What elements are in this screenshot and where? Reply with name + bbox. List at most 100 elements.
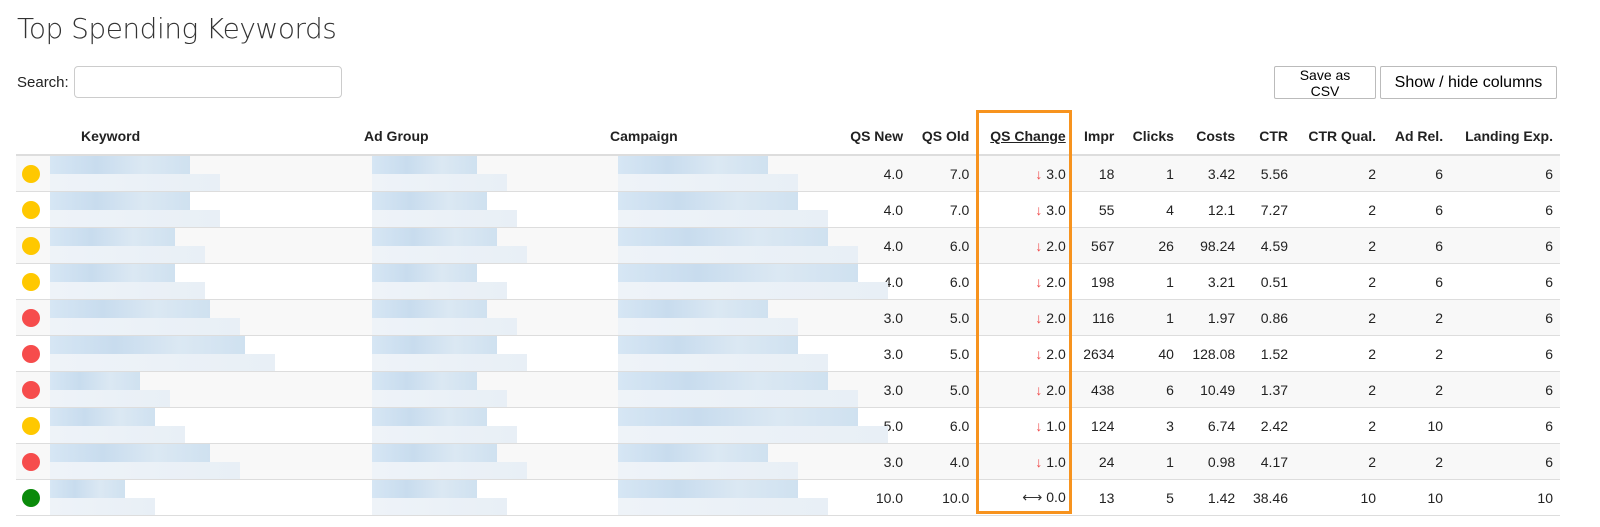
impr-cell: 198 [1072,263,1122,300]
keyword-cell[interactable] [48,336,357,371]
ad-group-cell[interactable] [357,228,603,263]
ad-rel-cell: 2 [1383,371,1451,408]
clicks-cell: 40 [1121,335,1181,372]
ad-group-cell[interactable] [357,156,603,191]
arrow-down-icon: ↓ [1035,345,1043,362]
costs-cell: 0.98 [1180,443,1243,480]
campaign-cell[interactable] [603,228,858,263]
ad-group-cell[interactable] [357,336,603,371]
ad-rel-cell: 2 [1383,299,1451,336]
status-dot-icon [22,416,40,435]
ctr-cell: 4.59 [1242,227,1296,264]
table-row: 4.0 6.0 ↓ 2.0 198 1 3.21 0.51 2 6 6 [16,263,1560,300]
campaign-cell[interactable] [603,264,888,299]
table-row: 3.0 5.0 ↓ 2.0 2634 40 128.08 1.52 2 2 6 [16,335,1560,372]
ad-group-cell[interactable] [357,192,603,227]
campaign-cell[interactable] [603,192,838,227]
keyword-cell[interactable] [48,156,357,191]
show-hide-columns-button[interactable]: Show / hide columns [1380,66,1557,99]
arrow-down-icon: ↓ [1035,237,1043,254]
keyword-cell[interactable] [48,372,357,407]
landing-cell: 6 [1450,227,1560,264]
ad-rel-cell: 6 [1383,155,1451,192]
clicks-cell: 4 [1121,191,1181,228]
qs-change-cell: ↓ 2.0 [976,299,1073,336]
campaign-cell[interactable] [603,408,888,443]
ctr-cell: 0.51 [1242,263,1296,300]
costs-cell: 1.42 [1180,479,1243,516]
keyword-cell[interactable] [48,192,357,227]
qs-change-cell: ↓ 2.0 [976,371,1073,408]
keyword-cell[interactable] [48,264,357,299]
keyword-cell[interactable] [48,408,357,443]
ad-rel-cell: 10 [1383,479,1451,516]
column-header-qs-change[interactable]: QS Change [976,118,1073,156]
campaign-cell[interactable] [603,480,838,515]
clicks-cell: 1 [1121,263,1181,300]
campaign-cell[interactable] [603,444,838,479]
campaign-cell[interactable] [603,336,838,371]
arrow-down-icon: ↓ [1035,381,1043,398]
ad-group-cell[interactable] [357,480,603,515]
impr-cell: 124 [1072,407,1122,444]
column-header-impr[interactable]: Impr [1072,118,1122,156]
landing-cell: 10 [1450,479,1560,516]
column-header-ad-group[interactable]: Ad Group [357,118,603,156]
impr-cell: 24 [1072,443,1122,480]
ad-rel-cell: 2 [1383,443,1451,480]
table-row: 4.0 6.0 ↓ 2.0 567 26 98.24 4.59 2 6 6 [16,227,1560,264]
ctr-qual-cell: 2 [1295,407,1384,444]
ctr-cell: 38.46 [1242,479,1296,516]
impr-cell: 55 [1072,191,1122,228]
campaign-cell[interactable] [603,372,858,407]
table-row: 3.0 5.0 ↓ 2.0 438 6 10.49 1.37 2 2 6 [16,371,1560,408]
keyword-cell[interactable] [48,228,357,263]
search-input[interactable] [73,66,342,98]
column-header-costs[interactable]: Costs [1180,118,1243,156]
ctr-cell: 1.52 [1242,335,1296,372]
column-header-ctr[interactable]: CTR [1242,118,1296,156]
column-header-clicks[interactable]: Clicks [1121,118,1181,156]
campaign-cell[interactable] [603,300,838,335]
ad-group-cell[interactable] [357,264,603,299]
keyword-cell[interactable] [48,480,357,515]
clicks-cell: 5 [1121,479,1181,516]
qs-old-cell: 6.0 [910,227,977,264]
arrow-down-icon: ↓ [1035,309,1043,326]
column-header-landing-exp[interactable]: Landing Exp. [1450,118,1560,156]
ad-group-cell[interactable] [357,444,603,479]
column-header-qs-old[interactable]: QS Old [910,118,977,156]
ad-rel-cell: 10 [1383,407,1451,444]
status-dot-icon [22,308,40,327]
column-header-campaign[interactable]: Campaign [603,118,838,156]
table-row: 10.0 10.0 ⟷ 0.0 13 5 1.42 38.46 10 10 10 [16,479,1560,516]
landing-cell: 6 [1450,155,1560,192]
page-title: Top Spending Keywords [17,12,337,45]
qs-new-cell: 10.0 [838,479,911,516]
costs-cell: 12.1 [1180,191,1243,228]
keyword-cell[interactable] [48,300,357,335]
arrow-down-icon: ↓ [1035,417,1043,434]
arrow-down-icon: ↓ [1035,273,1043,290]
column-header-qs-new[interactable]: QS New [838,118,911,156]
ctr-qual-cell: 10 [1295,479,1384,516]
keyword-cell[interactable] [48,444,357,479]
save-csv-button[interactable]: Save as CSV [1274,66,1376,99]
column-header-ctr-qual[interactable]: CTR Qual. [1295,118,1384,156]
ad-group-cell[interactable] [357,300,603,335]
qs-new-cell: 3.0 [838,443,911,480]
qs-change-cell: ↓ 2.0 [976,263,1073,300]
ad-group-cell[interactable] [357,408,603,443]
impr-cell: 2634 [1072,335,1122,372]
column-header-ad-rel[interactable]: Ad Rel. [1383,118,1451,156]
qs-new-cell: 4.0 [838,155,911,192]
campaign-cell[interactable] [603,156,838,191]
qs-old-cell: 4.0 [910,443,977,480]
search-label: Search: [17,73,69,91]
qs-old-cell: 7.0 [910,191,977,228]
ad-rel-cell: 6 [1383,191,1451,228]
ad-group-cell[interactable] [357,372,603,407]
costs-cell: 10.49 [1180,371,1243,408]
column-header-keyword[interactable]: Keyword [48,118,357,156]
qs-old-cell: 7.0 [910,155,977,192]
